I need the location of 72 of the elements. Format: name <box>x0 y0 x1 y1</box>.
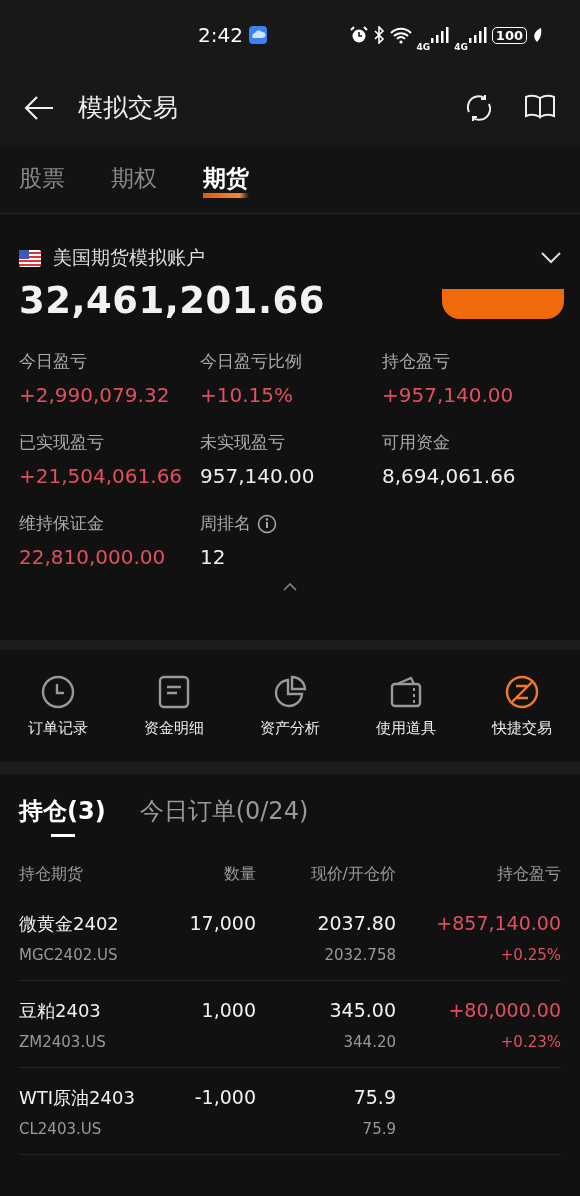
metric-label: 今日盈亏 <box>19 350 87 373</box>
metric-value: 22,810,000.00 <box>19 545 167 569</box>
chevron-down-icon[interactable] <box>541 252 561 264</box>
tool-button[interactable]: 快捷交易 <box>464 674 580 738</box>
position-pnl: +857,140.00 <box>435 912 561 936</box>
wifi-icon <box>389 26 412 44</box>
open-price: 2032.758 <box>323 946 396 964</box>
network-type: 4G <box>454 42 468 52</box>
column-header: 持仓盈亏 <box>496 863 561 885</box>
contract-code: MGC2402.US <box>19 946 119 964</box>
contract-code: ZM2403.US <box>19 1033 107 1051</box>
account-name[interactable]: 美国期货模拟账户 <box>53 245 205 271</box>
metric-value: 12 <box>200 545 227 569</box>
contract-name: WTI原油2403 <box>19 1086 136 1110</box>
info-icon[interactable] <box>257 513 277 534</box>
metric-label: 今日盈亏比例 <box>200 350 302 373</box>
page-title: 模拟交易 <box>78 92 178 124</box>
metric-value: 8,694,061.66 <box>382 464 517 488</box>
alarm-icon <box>349 26 368 44</box>
contract-name: 豆粕2403 <box>19 999 102 1023</box>
flag-icon <box>19 248 41 268</box>
open-price: 75.9 <box>361 1120 396 1138</box>
pnl-ratio: +0.25% <box>499 946 561 964</box>
metric-label: 持仓盈亏 <box>382 350 450 373</box>
cloud-app-icon <box>248 26 267 44</box>
refresh-icon[interactable] <box>464 92 494 123</box>
tool-button[interactable]: 使用道具 <box>348 674 464 738</box>
signal-icon <box>468 26 487 44</box>
column-header: 数量 <box>223 863 256 885</box>
clock-time: 2:42 <box>198 23 243 47</box>
leaf-icon <box>532 27 542 43</box>
metric-label: 周排名 <box>200 512 251 535</box>
metric-value: +21,504,061.66 <box>19 464 184 488</box>
metric-label: 已实现盈亏 <box>19 431 104 454</box>
position-row[interactable]: 微黄金2402 17,000 2037.80 +857,140.00 MGC2402.US 2032.758 +0.25% <box>19 894 561 981</box>
metric-value: 957,140.00 <box>200 464 316 488</box>
network-type: 4G <box>416 42 431 52</box>
metric-label: 未实现盈亏 <box>200 431 285 454</box>
tool-button[interactable]: 订单记录 <box>0 674 116 738</box>
open-price: 344.20 <box>342 1033 396 1051</box>
chevron-up-icon[interactable] <box>283 583 297 591</box>
quantity: 1,000 <box>200 999 256 1023</box>
floating-button[interactable] <box>442 289 564 319</box>
position-pnl: +80,000.00 <box>447 999 561 1023</box>
tool-button[interactable]: 资金明细 <box>116 674 232 738</box>
contract-name: 微黄金2402 <box>19 912 120 936</box>
pnl-ratio: +0.23% <box>499 1033 561 1051</box>
battery-level: 100 <box>491 26 527 44</box>
metric-label: 可用资金 <box>382 431 450 454</box>
contract-code: CL2403.US <box>19 1120 103 1138</box>
position-row[interactable]: 豆粕2403 1,000 345.00 +80,000.00 ZM2403.US 344.20 +0.23% <box>19 981 561 1068</box>
current-price: 75.9 <box>352 1086 396 1110</box>
metric-value: +2,990,079.32 <box>19 383 171 407</box>
current-price: 345.00 <box>328 999 396 1023</box>
column-header: 持仓期货 <box>19 863 84 885</box>
bluetooth-icon <box>372 26 385 44</box>
tab[interactable]: 股票 <box>19 159 65 198</box>
column-header: 现价/开仓价 <box>309 863 396 885</box>
metric-value: +10.15% <box>200 383 295 407</box>
tab[interactable]: 今日订单(0/24) <box>139 795 309 837</box>
quantity: -1,000 <box>193 1086 256 1110</box>
tool-button[interactable]: 资产分析 <box>232 674 348 738</box>
metric-label: 维持保证金 <box>19 512 104 535</box>
back-arrow-icon[interactable] <box>24 95 54 120</box>
position-row[interactable]: WTI原油2403 -1,000 75.9 CL2403.US 75.9 <box>19 1068 561 1155</box>
quantity: 17,000 <box>188 912 256 936</box>
metric-value: +957,140.00 <box>382 383 515 407</box>
tab[interactable]: 期权 <box>111 159 157 198</box>
signal-icon <box>431 26 450 44</box>
book-icon[interactable] <box>524 92 556 119</box>
total-assets: 32,461,201.66 <box>19 279 326 322</box>
current-price: 2037.80 <box>316 912 396 936</box>
